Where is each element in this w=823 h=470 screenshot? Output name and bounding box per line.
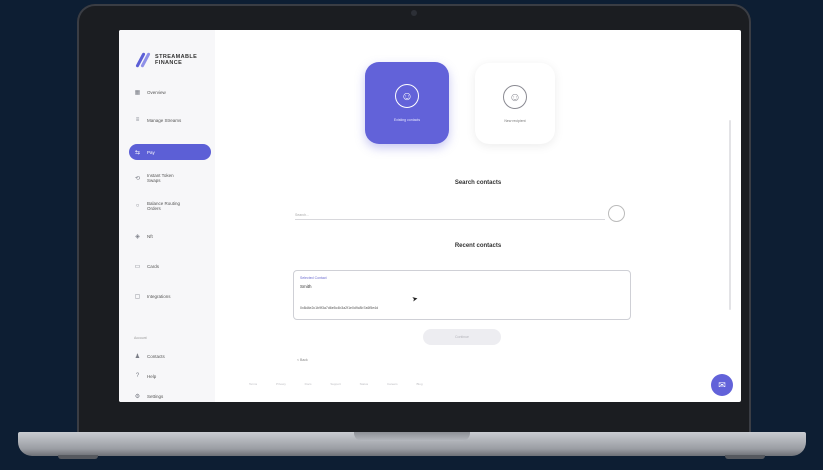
transfer-icon: ⇆	[134, 149, 141, 156]
grid-icon: ▦	[134, 89, 141, 96]
contact-address: 0x8d4e2c1b9f3a7d6e5c4b3a2f1e0d9c8b7a6f5e…	[300, 306, 379, 310]
diamond-icon: ◈	[135, 233, 140, 240]
card-label: Selected Contact	[300, 276, 327, 280]
plug-icon: ▢	[134, 293, 141, 300]
back-link[interactable]: < Back	[297, 358, 308, 362]
laptop-foot	[725, 455, 765, 459]
main-content: ☺ Existing contacts ☺ New recipient Sear…	[215, 30, 741, 402]
help-icon: ?	[135, 373, 140, 379]
footer-links: Terms Privacy Docs Support Status Career…	[249, 382, 423, 386]
existing-contacts-tile[interactable]: ☺ Existing contacts	[365, 62, 449, 144]
continue-button[interactable]: Continue	[423, 329, 501, 345]
sidebar-item-manage-streams[interactable]: ≡ Manage Streams	[129, 112, 211, 128]
sidebar-item-nft[interactable]: ◈ Nft	[129, 228, 211, 244]
chat-icon: ✉	[718, 379, 726, 390]
sidebar-item-pay[interactable]: ⇆ Pay	[129, 144, 211, 160]
search-icon[interactable]	[608, 205, 625, 222]
sidebar-item-balance-routing[interactable]: ○ Balance Routing Orders	[129, 198, 211, 214]
sidebar-item-settings[interactable]: ⚙ Settings	[129, 388, 211, 402]
laptop-lid: STREAMABLE FINANCE ▦ Overview ≡ Manage S…	[77, 4, 751, 436]
tile-caption: Existing contacts	[393, 118, 421, 122]
route-icon: ○	[135, 203, 140, 209]
tile-caption: New recipient	[504, 118, 526, 123]
swap-icon: ⟲	[134, 175, 141, 182]
laptop-foot	[58, 455, 98, 459]
user-icon: ♟	[134, 353, 141, 360]
sidebar-item-cards[interactable]: ▭ Cards	[129, 258, 211, 274]
sidebar-item-instant-token-swaps[interactable]: ⟲ Instant Token Swaps	[129, 170, 211, 186]
sidebar-item-contacts[interactable]: ♟ Contacts	[129, 348, 211, 364]
user-add-icon: ☺	[503, 84, 527, 109]
mouse-cursor-icon: ➤	[411, 295, 419, 304]
laptop-notch	[354, 432, 470, 441]
section-label: Account	[134, 336, 147, 340]
settings-icon: ⚙	[134, 393, 141, 400]
list-icon: ≡	[135, 117, 140, 123]
recent-heading: Recent contacts	[454, 243, 502, 249]
brand-logo[interactable]: STREAMABLE FINANCE	[135, 52, 198, 68]
contact-name: Smith	[300, 284, 312, 289]
camera	[411, 10, 417, 16]
card-icon: ▭	[134, 263, 141, 270]
sidebar-item-overview[interactable]: ▦ Overview	[129, 84, 211, 100]
logo-icon	[135, 52, 151, 68]
app-screen: STREAMABLE FINANCE ▦ Overview ≡ Manage S…	[119, 30, 741, 402]
search-heading: Search contacts	[454, 180, 502, 186]
user-circle-icon: ☺	[395, 84, 419, 108]
new-recipient-tile[interactable]: ☺ New recipient	[475, 63, 555, 144]
sidebar-item-integrations[interactable]: ▢ Integrations	[129, 288, 211, 304]
search-input[interactable]: Search...	[295, 213, 605, 220]
recent-contact-card[interactable]: Selected Contact Smith ➤ 0x8d4e2c1b9f3a7…	[293, 270, 631, 320]
brand-name: STREAMABLE FINANCE	[155, 54, 198, 66]
sidebar: STREAMABLE FINANCE ▦ Overview ≡ Manage S…	[119, 30, 215, 402]
scrollbar[interactable]	[729, 120, 731, 310]
sidebar-item-help[interactable]: ? Help	[129, 368, 211, 384]
chat-button[interactable]: ✉	[711, 374, 733, 396]
